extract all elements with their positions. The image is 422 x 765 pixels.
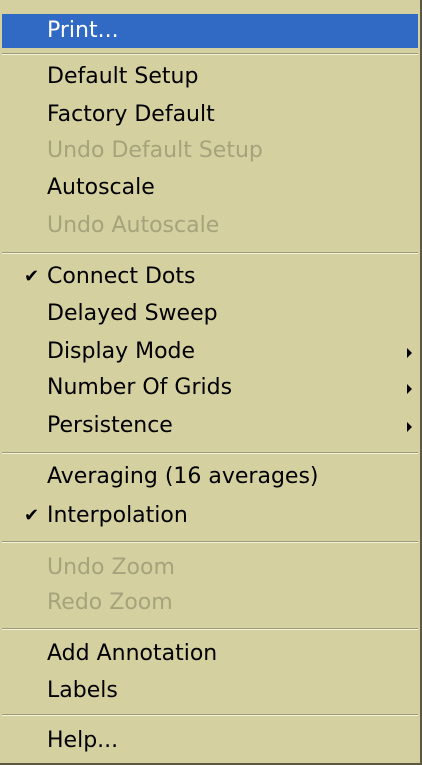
checkmark-icon: ✔ bbox=[24, 266, 40, 287]
menu-item-number-of-grids-label: Number Of Grids bbox=[47, 375, 233, 400]
menu-item-connect-dots[interactable]: ✔ Connect Dots bbox=[2, 260, 418, 294]
menu-item-undo-autoscale: Undo Autoscale bbox=[2, 209, 418, 243]
submenu-arrow-icon bbox=[407, 384, 412, 394]
context-menu: Print... Default Setup Factory Default U… bbox=[0, 0, 422, 765]
menu-item-undo-autoscale-label: Undo Autoscale bbox=[47, 213, 220, 238]
menu-item-connect-dots-label: Connect Dots bbox=[47, 264, 196, 289]
menu-separator bbox=[2, 252, 418, 254]
menu-item-add-annotation[interactable]: Add Annotation bbox=[2, 637, 418, 671]
menu-item-print[interactable]: Print... bbox=[2, 14, 418, 48]
menu-item-undo-default-setup-label: Undo Default Setup bbox=[47, 138, 263, 163]
menu-item-undo-default-setup: Undo Default Setup bbox=[2, 134, 418, 168]
menu-item-redo-zoom: Redo Zoom bbox=[2, 586, 418, 620]
menu-item-add-annotation-label: Add Annotation bbox=[47, 641, 218, 666]
menu-item-factory-default-label: Factory Default bbox=[47, 102, 215, 127]
menu-item-averaging-label: Averaging (16 averages) bbox=[47, 464, 319, 489]
menu-item-averaging[interactable]: Averaging (16 averages) bbox=[2, 460, 418, 494]
menu-separator bbox=[2, 53, 418, 55]
menu-item-labels-label: Labels bbox=[47, 678, 118, 703]
menu-item-delayed-sweep[interactable]: Delayed Sweep bbox=[2, 297, 418, 331]
menu-item-persistence[interactable]: Persistence bbox=[2, 409, 418, 443]
menu-item-autoscale-label: Autoscale bbox=[47, 175, 155, 200]
menu-item-display-mode[interactable]: Display Mode bbox=[2, 335, 418, 369]
submenu-arrow-icon bbox=[407, 348, 412, 358]
menu-item-help-label: Help... bbox=[47, 728, 119, 753]
menu-item-autoscale[interactable]: Autoscale bbox=[2, 171, 418, 205]
submenu-arrow-icon bbox=[407, 422, 412, 432]
menu-item-delayed-sweep-label: Delayed Sweep bbox=[47, 301, 218, 326]
checkmark-icon: ✔ bbox=[24, 505, 40, 526]
menu-separator bbox=[2, 714, 418, 716]
menu-separator bbox=[2, 452, 418, 454]
menu-separator bbox=[2, 541, 418, 543]
menu-item-number-of-grids[interactable]: Number Of Grids bbox=[2, 371, 418, 405]
menu-item-redo-zoom-label: Redo Zoom bbox=[47, 590, 173, 615]
menu-item-interpolation[interactable]: ✔ Interpolation bbox=[2, 499, 418, 533]
menu-item-default-setup[interactable]: Default Setup bbox=[2, 60, 418, 94]
menu-item-undo-zoom-label: Undo Zoom bbox=[47, 555, 175, 580]
menu-item-print-label: Print... bbox=[47, 18, 119, 43]
menu-item-factory-default[interactable]: Factory Default bbox=[2, 98, 418, 132]
menu-item-undo-zoom: Undo Zoom bbox=[2, 551, 418, 585]
menu-separator bbox=[2, 628, 418, 630]
menu-item-help[interactable]: Help... bbox=[2, 724, 418, 758]
menu-item-display-mode-label: Display Mode bbox=[47, 339, 196, 364]
menu-item-default-setup-label: Default Setup bbox=[47, 64, 199, 89]
menu-item-labels[interactable]: Labels bbox=[2, 674, 418, 708]
menu-item-persistence-label: Persistence bbox=[47, 413, 173, 438]
menu-item-interpolation-label: Interpolation bbox=[47, 503, 188, 528]
